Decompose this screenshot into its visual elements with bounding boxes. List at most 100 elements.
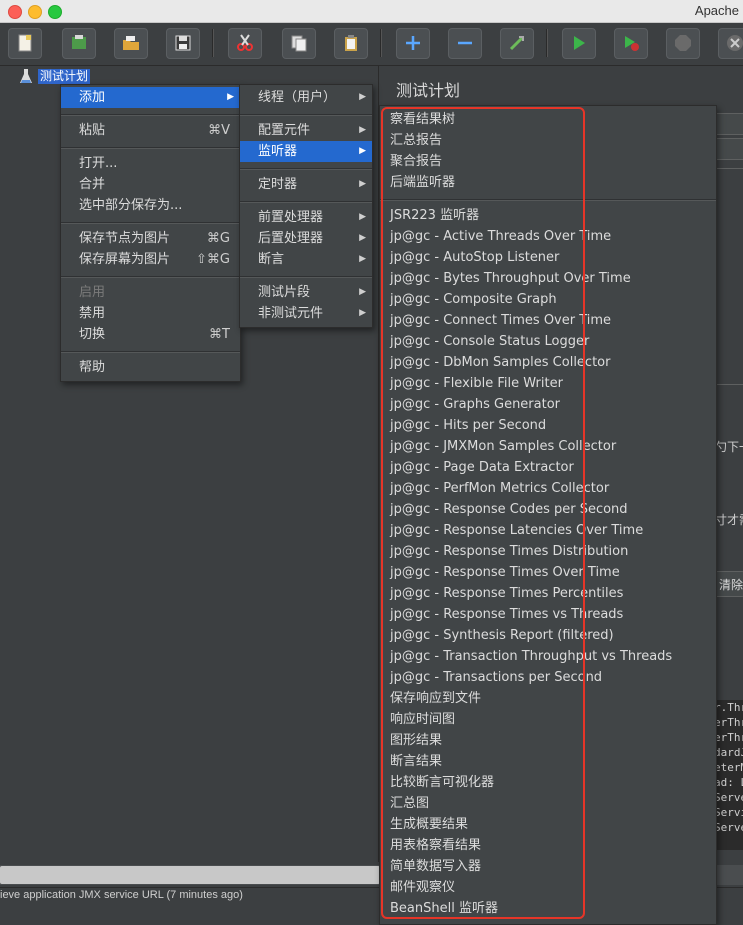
context-menu-item[interactable]: 保存屏幕为图片 ⇧⌘G (61, 249, 240, 270)
listener-menu-item[interactable]: jp@gc - Response Times vs Threads (380, 604, 716, 625)
menu-item-label: 汇总报告 (390, 133, 443, 148)
listener-menu-item[interactable]: jp@gc - Response Times Distribution (380, 541, 716, 562)
close-window-button[interactable] (8, 5, 22, 19)
submenu-arrow-icon: ▶ (359, 212, 366, 222)
listener-menu-item[interactable]: 保存响应到文件 (380, 688, 716, 709)
scrollbar-thumb[interactable] (0, 866, 380, 884)
shutdown-button[interactable] (718, 28, 743, 59)
menu-item-label: 合并 (79, 177, 106, 192)
listener-menu-item[interactable]: 汇总报告 (380, 130, 716, 151)
save-icon (175, 35, 191, 51)
listener-menu-item[interactable]: 响应时间图 (380, 709, 716, 730)
listener-menu-item[interactable]: 汇总图 (380, 793, 716, 814)
expand-icon (406, 36, 420, 50)
listener-menu-item[interactable]: 断言结果 (380, 751, 716, 772)
menu-separator (380, 199, 716, 201)
zoom-window-button[interactable] (48, 5, 62, 19)
expand-button[interactable] (396, 28, 430, 59)
listener-menu-item[interactable]: jp@gc - Bytes Throughput Over Time (380, 268, 716, 289)
menu-item-label: jp@gc - Response Times Distribution (390, 544, 629, 559)
clear-button[interactable]: 清除 (714, 571, 743, 597)
listener-menu-item[interactable]: jp@gc - JMXMon Samples Collector (380, 436, 716, 457)
menu-item-label: 比较断言可视化器 (390, 775, 495, 790)
listener-menu-item[interactable]: 聚合报告 (380, 151, 716, 172)
listener-menu-item[interactable]: 简单数据写入器 (380, 856, 716, 877)
context-menu-item[interactable]: 粘贴 ⌘V (61, 120, 240, 141)
listener-submenu: 察看结果树汇总报告聚合报告 后端监听器 JSR223 监听器 jp@gc - Acti… (379, 105, 717, 925)
listener-menu-item[interactable]: jp@gc - Page Data Extractor (380, 457, 716, 478)
listener-menu-item[interactable]: jp@gc - Flexible File Writer (380, 373, 716, 394)
add-submenu-item[interactable]: 线程（用户） ▶ (240, 87, 372, 108)
listener-menu-item[interactable]: 邮件观察仪 (380, 877, 716, 898)
menu-item-label: jp@gc - Response Times vs Threads (390, 607, 624, 622)
templates-button[interactable] (62, 28, 96, 59)
listener-menu-item[interactable]: BeanShell 监听器 (380, 898, 716, 919)
menu-separator (240, 276, 372, 278)
start-button[interactable] (562, 28, 596, 59)
listener-menu-item[interactable]: 生成概要结果 (380, 814, 716, 835)
listener-menu-item[interactable]: jp@gc - Connect Times Over Time (380, 310, 716, 331)
listener-menu-item[interactable]: jp@gc - Active Threads Over Time (380, 226, 716, 247)
listener-menu-item[interactable]: jp@gc - Hits per Second (380, 415, 716, 436)
stop-button[interactable] (666, 28, 700, 59)
context-menu-item[interactable]: 选中部分保存为... (61, 195, 240, 216)
name-field[interactable] (714, 113, 743, 135)
add-submenu-item[interactable]: 非测试元件 ▶ (240, 303, 372, 324)
listener-menu-item[interactable]: jp@gc - Response Times Percentiles (380, 583, 716, 604)
add-submenu-item[interactable]: 定时器 ▶ (240, 174, 372, 195)
new-button[interactable] (8, 28, 42, 59)
listener-menu-item[interactable]: jp@gc - Response Times Over Time (380, 562, 716, 583)
collapse-icon (458, 41, 472, 45)
listener-menu-item[interactable]: jp@gc - Transaction Throughput vs Thread… (380, 646, 716, 667)
menu-item-shortcut: ⇧⌘G (196, 252, 230, 267)
context-menu-item[interactable]: 帮助 (61, 357, 240, 378)
menu-item-label: 测试片段 (258, 285, 311, 300)
add-submenu-item[interactable]: 后置处理器 ▶ (240, 228, 372, 249)
open-button[interactable] (114, 28, 148, 59)
listener-menu-item[interactable]: jp@gc - PerfMon Metrics Collector (380, 478, 716, 499)
context-menu-item[interactable]: 合并 (61, 174, 240, 195)
add-submenu-item[interactable]: 监听器 ▶ (240, 141, 372, 162)
save-button[interactable] (166, 28, 200, 59)
window-title: Apache (694, 3, 739, 18)
add-submenu-item[interactable]: 配置元件 ▶ (240, 120, 372, 141)
listener-menu-item[interactable]: jp@gc - Console Status Logger (380, 331, 716, 352)
listener-menu-item[interactable]: jp@gc - Composite Graph (380, 289, 716, 310)
start-no-pause-button[interactable] (614, 28, 648, 59)
listener-menu-item[interactable]: jp@gc - Synthesis Report (filtered) (380, 625, 716, 646)
toggle-button[interactable] (500, 28, 534, 59)
context-menu-item[interactable]: 添加 ▶ (61, 87, 240, 108)
context-menu-item[interactable]: 禁用 (61, 303, 240, 324)
collapse-button[interactable] (448, 28, 482, 59)
listener-menu-item[interactable]: jp@gc - AutoStop Listener (380, 247, 716, 268)
comment-field[interactable] (714, 138, 743, 160)
listener-menu-item[interactable]: jp@gc - Transactions per Second (380, 667, 716, 688)
menu-item-label: 断言结果 (390, 754, 443, 769)
copy-button[interactable] (282, 28, 316, 59)
listener-menu-item[interactable]: 比较断言可视化器 (380, 772, 716, 793)
listener-menu-item[interactable]: jp@gc - DbMon Samples Collector (380, 352, 716, 373)
listener-menu-item[interactable]: 图形结果 (380, 730, 716, 751)
listener-menu-item[interactable]: 察看结果树 (380, 109, 716, 130)
minimize-window-button[interactable] (28, 5, 42, 19)
add-submenu-item[interactable]: 测试片段 ▶ (240, 282, 372, 303)
cut-button[interactable] (228, 28, 262, 59)
menu-item-label: jp@gc - Page Data Extractor (390, 460, 574, 475)
listener-menu-item[interactable]: 用表格察看结果 (380, 835, 716, 856)
context-menu-item[interactable]: 打开... (61, 153, 240, 174)
listener-menu-item[interactable]: 后端监听器 (380, 172, 716, 193)
menu-item-label: jp@gc - Connect Times Over Time (390, 313, 612, 328)
listener-menu-item[interactable]: JSR223 监听器 (380, 205, 716, 226)
listener-menu-item[interactable]: jp@gc - Response Codes per Second (380, 499, 716, 520)
add-submenu-item[interactable]: 前置处理器 ▶ (240, 207, 372, 228)
listener-menu-item[interactable]: jp@gc - Graphs Generator (380, 394, 716, 415)
add-submenu-item[interactable]: 断言 ▶ (240, 249, 372, 270)
menu-item-label: 定时器 (258, 177, 298, 192)
menu-item-label: 后置处理器 (258, 231, 324, 246)
listener-menu-item[interactable]: jp@gc - Response Latencies Over Time (380, 520, 716, 541)
context-menu-item[interactable]: 切换 ⌘T (61, 324, 240, 345)
context-menu-item[interactable]: 保存节点为图片 ⌘G (61, 228, 240, 249)
paste-button[interactable] (334, 28, 368, 59)
menu-item-label: 打开... (79, 156, 118, 171)
menu-item-shortcut: ⌘T (209, 327, 230, 342)
